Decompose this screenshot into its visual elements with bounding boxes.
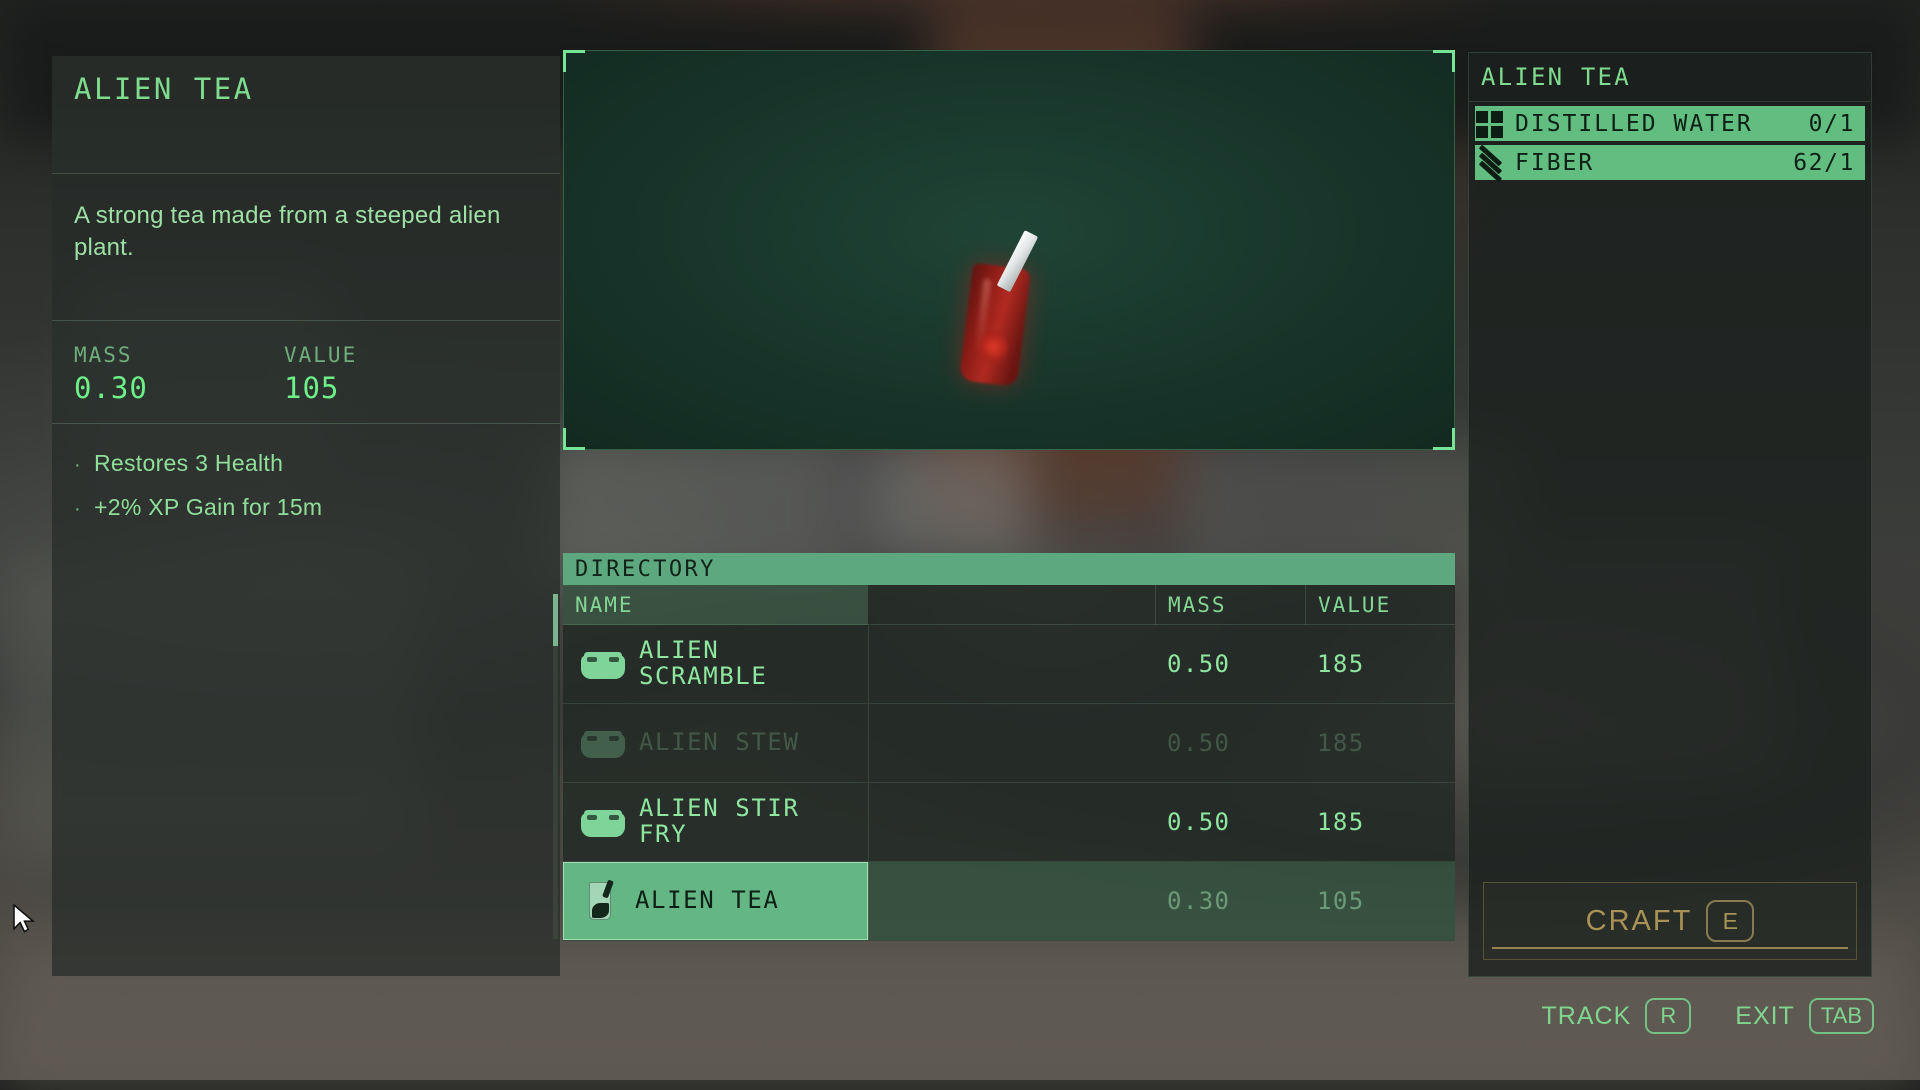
table-row-selected[interactable]: ALIEN TEA 0.30 105 bbox=[563, 862, 1455, 941]
row-spacer-cell bbox=[868, 862, 1155, 940]
row-value-cell: 185 bbox=[1305, 783, 1455, 861]
item-detail-title-bar: ALIEN TEA bbox=[52, 56, 560, 174]
row-spacer-cell bbox=[868, 625, 1155, 703]
row-label-wrap: ALIEN STEW bbox=[639, 730, 800, 756]
row-name-cell: ALIEN STEW bbox=[563, 704, 868, 782]
row-mass-cell: 0.30 bbox=[1155, 862, 1305, 940]
bullet-icon: · bbox=[74, 454, 94, 477]
row-label-line2: SCRAMBLE bbox=[639, 664, 767, 690]
row-label-wrap: ALIEN STIR FRY bbox=[639, 796, 800, 848]
ingredient-count: 0/1 bbox=[1809, 111, 1855, 137]
ingredient-name: DISTILLED WATER bbox=[1515, 111, 1809, 137]
item-stats: MASS 0.30 VALUE 105 bbox=[52, 320, 560, 424]
row-label-wrap: ALIEN SCRAMBLE bbox=[639, 638, 767, 690]
column-header-mass: MASS bbox=[1155, 585, 1305, 625]
directory-panel: DIRECTORY NAME MASS VALUE ALIEN bbox=[563, 553, 1455, 941]
ingredient-list: DISTILLED WATER 0/1 FIBER 62/1 bbox=[1469, 102, 1871, 184]
row-name-cell: ALIEN SCRAMBLE bbox=[563, 625, 868, 703]
item-preview-viewport[interactable] bbox=[563, 50, 1455, 450]
effect-text: Restores 3 Health bbox=[94, 450, 283, 477]
table-row[interactable]: ALIEN STIR FRY 0.50 185 bbox=[563, 783, 1455, 862]
directory-scrollbar-thumb[interactable] bbox=[553, 594, 558, 646]
ingredient-row[interactable]: FIBER 62/1 bbox=[1475, 145, 1865, 180]
row-mass-cell: 0.50 bbox=[1155, 625, 1305, 703]
row-label-wrap: ALIEN TEA bbox=[635, 888, 779, 914]
row-value-cell: 105 bbox=[1305, 862, 1455, 940]
ingredient-row[interactable]: DISTILLED WATER 0/1 bbox=[1475, 106, 1865, 141]
food-container-icon bbox=[581, 807, 625, 837]
fiber-bars-icon bbox=[1475, 148, 1505, 178]
track-key-hint[interactable]: R bbox=[1645, 998, 1691, 1034]
row-name-cell: ALIEN TEA bbox=[563, 862, 868, 940]
directory-header: DIRECTORY bbox=[563, 553, 1455, 585]
corner-bracket-bottom-left bbox=[563, 428, 585, 450]
directory-scrollbar[interactable] bbox=[553, 594, 558, 939]
item-detail-panel: ALIEN TEA A strong tea made from a steep… bbox=[52, 56, 560, 976]
item-description: A strong tea made from a steeped alien p… bbox=[52, 174, 560, 312]
ingredient-name: FIBER bbox=[1515, 150, 1793, 176]
column-header-name: NAME bbox=[563, 585, 868, 625]
ingredient-count: 62/1 bbox=[1793, 150, 1855, 176]
row-spacer-cell bbox=[868, 783, 1155, 861]
page-title: ALIEN TEA bbox=[74, 74, 538, 106]
craft-button-wrap: CRAFT E bbox=[1469, 872, 1871, 976]
row-label-line2: FRY bbox=[639, 822, 800, 848]
table-row[interactable]: ALIEN STEW 0.50 185 bbox=[563, 704, 1455, 783]
effect-item: · +2% XP Gain for 15m bbox=[74, 494, 538, 521]
alien-tea-pouch-model bbox=[951, 224, 1060, 394]
directory-table: NAME MASS VALUE ALIEN SCRAMBLE bbox=[563, 585, 1455, 941]
row-name-cell: ALIEN STIR FRY bbox=[563, 783, 868, 861]
item-effects-list: · Restores 3 Health · +2% XP Gain for 15… bbox=[52, 424, 560, 976]
stat-mass: MASS 0.30 bbox=[74, 343, 284, 405]
footer-controls: TRACK R EXIT TAB bbox=[1542, 998, 1874, 1034]
corner-bracket-bottom-right bbox=[1433, 428, 1455, 450]
stat-mass-label: MASS bbox=[74, 343, 284, 367]
row-mass-cell: 0.50 bbox=[1155, 704, 1305, 782]
pouch-body bbox=[959, 263, 1031, 387]
recipe-panel-body bbox=[1469, 184, 1871, 872]
tea-cup-icon bbox=[581, 878, 621, 924]
effect-item: · Restores 3 Health bbox=[74, 450, 538, 477]
food-container-icon bbox=[581, 728, 625, 758]
row-label-line1: ALIEN TEA bbox=[635, 888, 779, 914]
corner-bracket-top-left bbox=[563, 50, 585, 72]
craft-button[interactable]: CRAFT E bbox=[1483, 882, 1857, 960]
craft-key-hint: E bbox=[1706, 900, 1754, 942]
recipe-panel: ALIEN TEA DISTILLED WATER 0/1 FIBER 62/1… bbox=[1468, 52, 1872, 977]
stat-value-label: VALUE bbox=[284, 343, 494, 367]
row-mass-cell: 0.50 bbox=[1155, 783, 1305, 861]
row-value-cell: 185 bbox=[1305, 625, 1455, 703]
row-label-line1: ALIEN bbox=[639, 638, 767, 664]
row-label-line1: ALIEN STIR bbox=[639, 796, 800, 822]
row-spacer-cell bbox=[868, 704, 1155, 782]
exit-label: EXIT bbox=[1735, 1002, 1795, 1031]
stat-value-value: 105 bbox=[284, 371, 494, 405]
bullet-icon: · bbox=[74, 498, 94, 521]
table-row[interactable]: ALIEN SCRAMBLE 0.50 185 bbox=[563, 625, 1455, 704]
row-label-line1: ALIEN STEW bbox=[639, 730, 800, 756]
exit-key-hint[interactable]: TAB bbox=[1809, 998, 1874, 1034]
stat-value: VALUE 105 bbox=[284, 343, 494, 405]
effect-text: +2% XP Gain for 15m bbox=[94, 494, 322, 521]
column-header-value: VALUE bbox=[1305, 585, 1455, 625]
table-column-headers: NAME MASS VALUE bbox=[563, 585, 1455, 625]
stat-mass-value: 0.30 bbox=[74, 371, 284, 405]
water-squares-icon bbox=[1475, 109, 1505, 139]
track-label: TRACK bbox=[1542, 1002, 1632, 1031]
recipe-title: ALIEN TEA bbox=[1469, 53, 1871, 102]
directory-header-label: DIRECTORY bbox=[575, 557, 716, 582]
scene-machine-center bbox=[860, 440, 1030, 560]
corner-bracket-top-right bbox=[1433, 50, 1455, 72]
row-value-cell: 185 bbox=[1305, 704, 1455, 782]
food-container-icon bbox=[581, 649, 625, 679]
craft-button-label: CRAFT bbox=[1586, 905, 1693, 938]
